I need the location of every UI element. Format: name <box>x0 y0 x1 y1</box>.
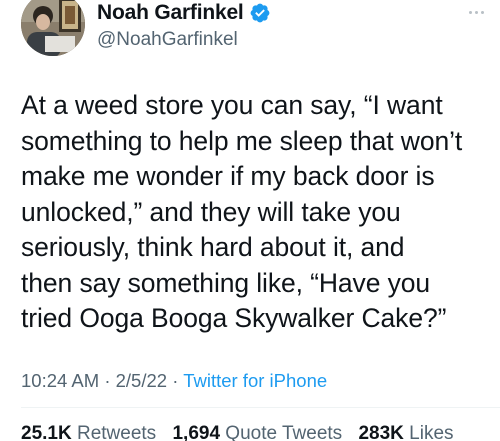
tweet-text-line: tried Ooga Booga Skywalker Cake?” <box>21 303 447 333</box>
meta-separator: · <box>172 370 179 391</box>
retweets-count: 25.1K <box>21 423 72 441</box>
retweets-stat[interactable]: 25.1K Retweets <box>21 423 156 441</box>
tweet-date[interactable]: 2/5/22 <box>116 370 167 391</box>
quote-tweets-label: Quote Tweets <box>225 423 343 441</box>
author-display-name[interactable]: Noah Garfinkel <box>97 1 244 25</box>
tweet-meta: 10:24 AM · 2/5/22 · Twitter for iPhone <box>21 370 327 392</box>
tweet-card: Noah Garfinkel @NoahGarfinkel At a weed … <box>0 0 500 441</box>
author-handle[interactable]: @NoahGarfinkel <box>97 29 238 51</box>
quote-tweets-stat[interactable]: 1,694 Quote Tweets <box>172 423 342 441</box>
profile-photo-icon <box>21 0 85 56</box>
retweets-label: Retweets <box>76 423 157 441</box>
more-options-icon[interactable] <box>464 5 488 19</box>
meta-separator: · <box>104 370 111 391</box>
tweet-text-line: then say something like, “Have you <box>21 267 431 298</box>
tweet-time[interactable]: 10:24 AM <box>21 370 99 391</box>
tweet-text-line: unlocked,” and they will take you <box>21 196 401 227</box>
tweet-source-link[interactable]: Twitter for iPhone <box>183 370 327 391</box>
avatar[interactable] <box>21 0 85 56</box>
author-name-row: Noah Garfinkel <box>97 1 271 25</box>
likes-count: 283K <box>358 423 404 441</box>
quote-tweets-count: 1,694 <box>172 423 221 441</box>
tweet-stats: 25.1K Retweets 1,694 Quote Tweets 283K L… <box>21 423 465 441</box>
divider <box>21 407 500 408</box>
verified-badge-icon <box>250 3 269 23</box>
tweet-text-line: something to help me sleep that won’t <box>21 125 463 156</box>
tweet-text: At a weed store you can say, “I want som… <box>21 88 491 337</box>
tweet-text-line: make me wonder if my back door is <box>21 161 435 191</box>
tweet-text-line: At a weed store you can say, “I want <box>21 90 443 120</box>
tweet-text-line: seriously, think hard about it, and <box>21 232 405 262</box>
likes-stat[interactable]: 283K Likes <box>358 423 453 441</box>
likes-label: Likes <box>409 423 454 441</box>
